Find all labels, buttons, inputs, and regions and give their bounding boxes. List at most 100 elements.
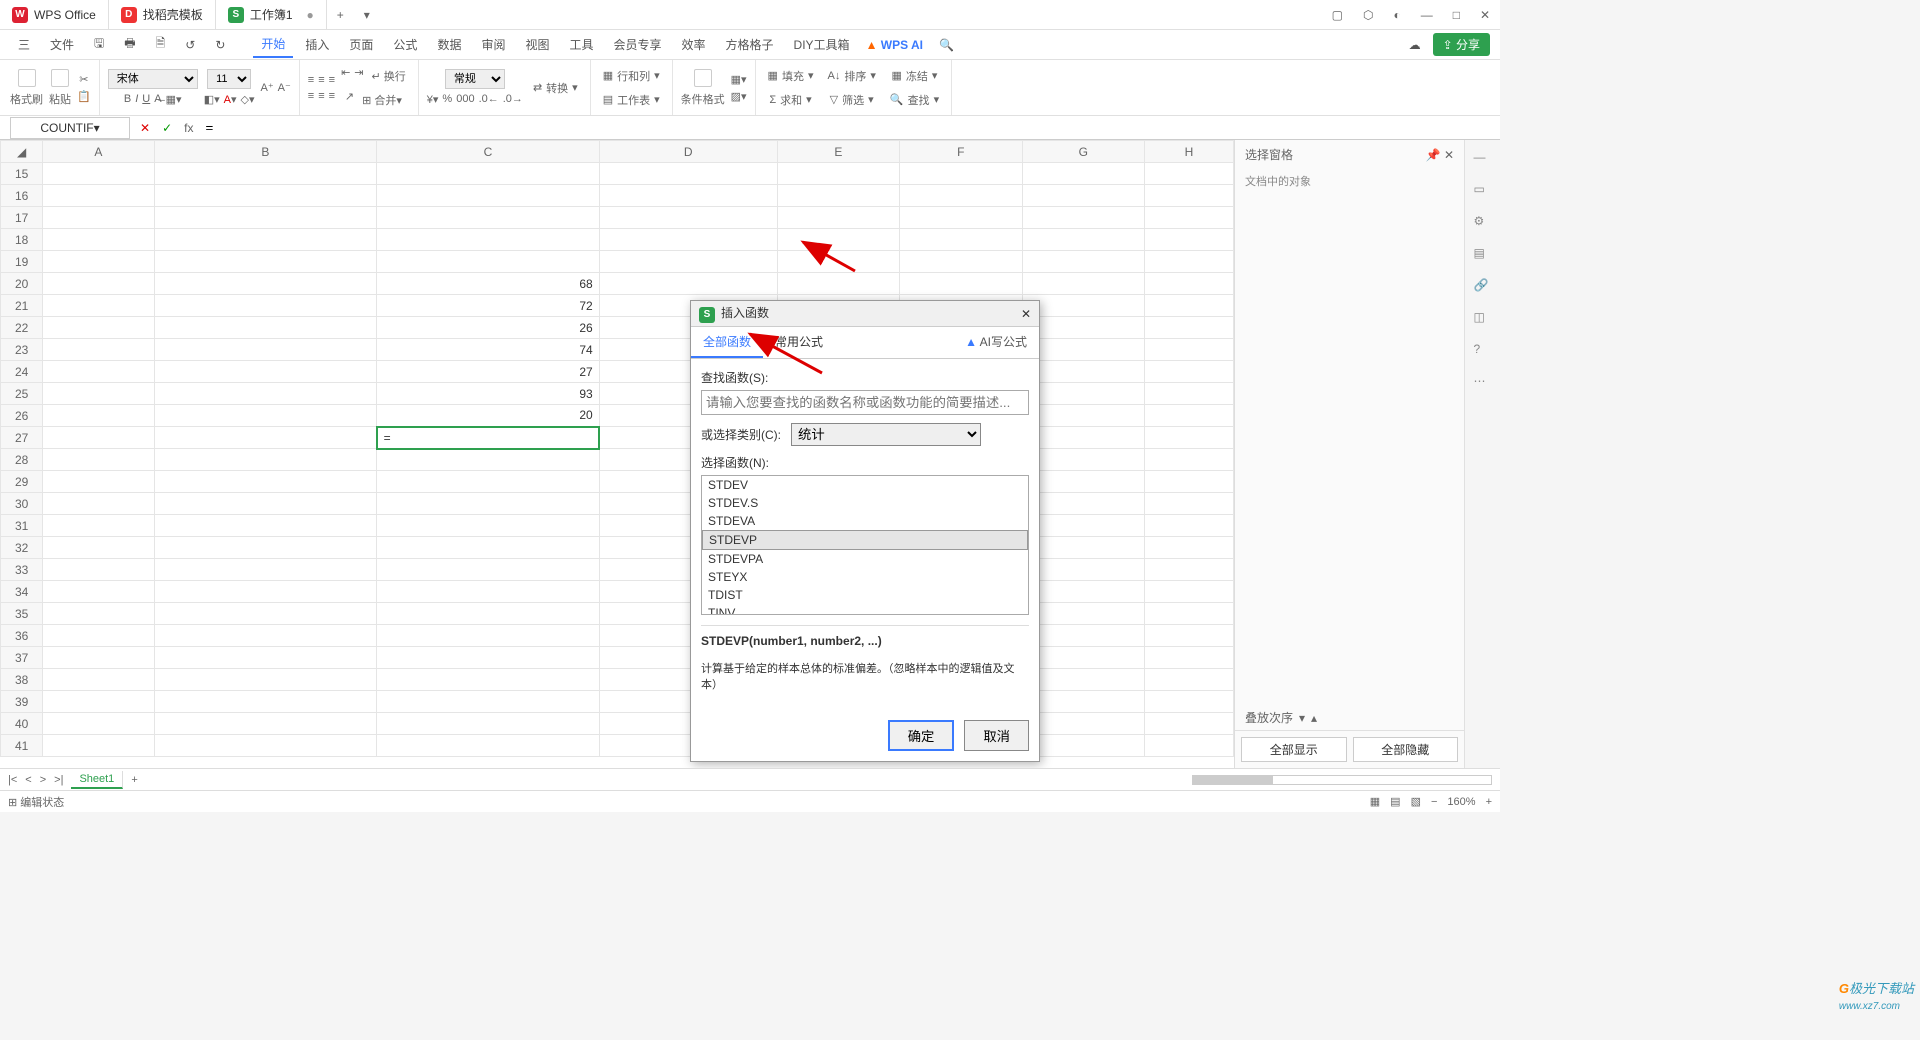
cell-G22[interactable]: [1022, 317, 1144, 339]
cell-G15[interactable]: [1022, 163, 1144, 185]
cell-C36[interactable]: [377, 625, 600, 647]
cell-C37[interactable]: [377, 647, 600, 669]
decrease-font-icon[interactable]: A⁻: [278, 81, 291, 94]
cell-A35[interactable]: [43, 603, 154, 625]
filter-button[interactable]: ▽ 筛选▾: [826, 90, 878, 110]
row-header-34[interactable]: 34: [1, 581, 43, 603]
minimize-button[interactable]: —: [1411, 8, 1443, 22]
cell-H31[interactable]: [1144, 515, 1233, 537]
qat-print-icon[interactable]: 🖶: [116, 30, 143, 59]
row-header-19[interactable]: 19: [1, 251, 43, 273]
cell-style-icon[interactable]: ▨▾: [731, 90, 747, 103]
row-header-15[interactable]: 15: [1, 163, 43, 185]
qat-save-icon[interactable]: 🖫: [86, 30, 112, 59]
italic-button[interactable]: I: [135, 93, 138, 106]
cell-C40[interactable]: [377, 713, 600, 735]
settings-icon[interactable]: ⚙: [1474, 214, 1492, 232]
row-header-20[interactable]: 20: [1, 273, 43, 295]
cond-format-button[interactable]: 条件格式: [681, 69, 725, 107]
row-header-33[interactable]: 33: [1, 559, 43, 581]
accept-formula-icon[interactable]: ✓: [156, 121, 178, 135]
freeze-button[interactable]: ▦ 冻结▾: [888, 66, 942, 86]
increase-font-icon[interactable]: A⁺: [260, 81, 273, 94]
cell-B17[interactable]: [154, 207, 377, 229]
decrease-decimal-icon[interactable]: .0→: [503, 93, 523, 106]
cell-H15[interactable]: [1144, 163, 1233, 185]
dialog-titlebar[interactable]: S插入函数 ✕: [691, 301, 1039, 327]
cell-A34[interactable]: [43, 581, 154, 603]
col-header-E[interactable]: E: [777, 141, 899, 163]
align-left-icon[interactable]: ≡: [308, 90, 314, 102]
cell-H16[interactable]: [1144, 185, 1233, 207]
row-header-21[interactable]: 21: [1, 295, 43, 317]
col-header-D[interactable]: D: [599, 141, 777, 163]
crop-icon[interactable]: ◫: [1474, 310, 1492, 328]
cell-A21[interactable]: [43, 295, 154, 317]
cell-G16[interactable]: [1022, 185, 1144, 207]
cell-H21[interactable]: [1144, 295, 1233, 317]
cell-C17[interactable]: [377, 207, 600, 229]
row-header-41[interactable]: 41: [1, 735, 43, 757]
cell-H37[interactable]: [1144, 647, 1233, 669]
cell-C41[interactable]: [377, 735, 600, 757]
row-header-40[interactable]: 40: [1, 713, 43, 735]
cell-H36[interactable]: [1144, 625, 1233, 647]
zoom-in-icon[interactable]: +: [1486, 796, 1492, 808]
cell-G33[interactable]: [1022, 559, 1144, 581]
row-header-26[interactable]: 26: [1, 405, 43, 427]
function-item-stdeva[interactable]: STDEVA: [702, 512, 1028, 530]
cell-A39[interactable]: [43, 691, 154, 713]
qat-redo-icon[interactable]: ↻: [207, 34, 233, 56]
cell-A22[interactable]: [43, 317, 154, 339]
cell-B36[interactable]: [154, 625, 377, 647]
function-list[interactable]: STDEVSTDEV.SSTDEVASTDEVPSTDEVPASTEYXTDIS…: [701, 475, 1029, 615]
pin-icon[interactable]: 📌: [1426, 148, 1441, 162]
row-header-31[interactable]: 31: [1, 515, 43, 537]
cell-E20[interactable]: [777, 273, 899, 295]
tab-grid-tools[interactable]: 方格格子: [718, 32, 782, 57]
sidepanel-close-icon[interactable]: ✕: [1444, 148, 1454, 162]
table-style-icon[interactable]: ▦▾: [731, 73, 747, 86]
function-item-tinv[interactable]: TINV: [702, 604, 1028, 615]
row-header-39[interactable]: 39: [1, 691, 43, 713]
view-normal-icon[interactable]: ▦: [1370, 795, 1380, 808]
clear-format-button[interactable]: ◇▾: [241, 93, 255, 106]
tab-workbook[interactable]: S 工作簿1 ●: [216, 0, 327, 29]
wps-ai-button[interactable]: ▲ WPS AI: [862, 38, 927, 52]
col-header-B[interactable]: B: [154, 141, 377, 163]
merge-button[interactable]: ⊞ 合并▾: [358, 90, 406, 110]
cancel-formula-icon[interactable]: ✕: [134, 121, 156, 135]
orientation-icon[interactable]: ↗: [345, 90, 354, 110]
more-icon[interactable]: ⋯: [1474, 374, 1492, 392]
cell-B19[interactable]: [154, 251, 377, 273]
cell-F16[interactable]: [900, 185, 1022, 207]
cell-A17[interactable]: [43, 207, 154, 229]
align-bottom-icon[interactable]: ≡: [329, 74, 335, 86]
new-tab-button[interactable]: +: [327, 8, 354, 22]
layer-down-icon[interactable]: ▾: [1299, 711, 1305, 725]
sheet-last-icon[interactable]: >|: [54, 774, 63, 786]
col-header-H[interactable]: H: [1144, 141, 1233, 163]
tab-insert[interactable]: 插入: [297, 32, 337, 57]
cell-C19[interactable]: [377, 251, 600, 273]
cell-A29[interactable]: [43, 471, 154, 493]
menu-file[interactable]: 文件: [42, 32, 82, 57]
sheet-tab-1[interactable]: Sheet1: [71, 771, 123, 789]
row-header-22[interactable]: 22: [1, 317, 43, 339]
view-page-icon[interactable]: ▤: [1390, 795, 1400, 808]
row-header-29[interactable]: 29: [1, 471, 43, 493]
cell-C16[interactable]: [377, 185, 600, 207]
help-icon[interactable]: ?: [1474, 342, 1492, 360]
cell-D18[interactable]: [599, 229, 777, 251]
avatar-icon[interactable]: ◐: [1383, 8, 1410, 22]
cell-H39[interactable]: [1144, 691, 1233, 713]
row-header-37[interactable]: 37: [1, 647, 43, 669]
cell-H40[interactable]: [1144, 713, 1233, 735]
cell-G20[interactable]: [1022, 273, 1144, 295]
cell-G19[interactable]: [1022, 251, 1144, 273]
font-size-select[interactable]: 11: [207, 69, 251, 89]
worksheet-button[interactable]: ▤ 工作表▾: [599, 90, 664, 110]
cell-C35[interactable]: [377, 603, 600, 625]
cell-A41[interactable]: [43, 735, 154, 757]
cell-C15[interactable]: [377, 163, 600, 185]
